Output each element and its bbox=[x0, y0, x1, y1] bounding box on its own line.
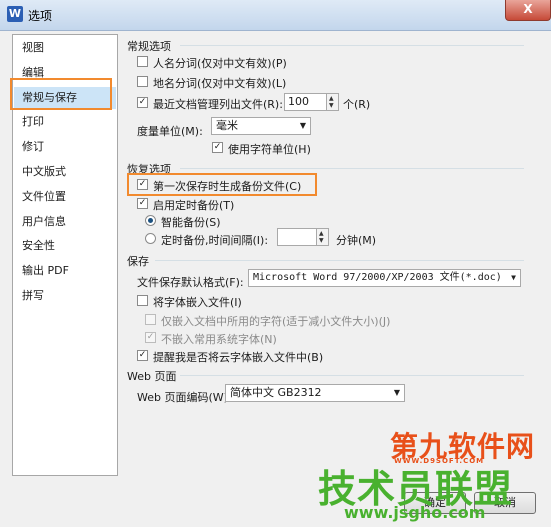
sidebar-item[interactable]: 中文版式 bbox=[14, 161, 116, 183]
default-format-select[interactable]: Microsoft Word 97/2000/XP/2003 文件(*.doc)… bbox=[248, 269, 521, 287]
embed-fonts-checkbox[interactable] bbox=[137, 295, 148, 306]
interval-minutes-spinner[interactable]: ▲ ▼ bbox=[316, 228, 329, 246]
embed-used-chars-label: 仅嵌入文档中所用的字符(适于减小文件大小)(J) bbox=[161, 315, 391, 328]
first-save-backup-checkbox[interactable]: ✓ bbox=[137, 179, 148, 190]
save-section-divider bbox=[155, 260, 524, 261]
recovery-section-divider bbox=[180, 168, 524, 169]
embed-fonts-label: 将字体嵌入文件(I) bbox=[153, 296, 242, 309]
sidebar-item[interactable]: 拼写 bbox=[14, 285, 116, 307]
recent-docs-spinner[interactable]: ▲ ▼ bbox=[326, 93, 339, 111]
skip-system-fonts-checkbox[interactable]: ✓ bbox=[145, 332, 156, 343]
timed-backup-checkbox[interactable]: ✓ bbox=[137, 198, 148, 209]
nav-highlight-annotation bbox=[10, 78, 112, 110]
recent-docs-count-input[interactable]: 100 bbox=[284, 93, 327, 111]
sidebar-item[interactable]: 安全性 bbox=[14, 235, 116, 257]
embed-used-chars-checkbox[interactable] bbox=[145, 314, 156, 325]
sidebar-item[interactable]: 文件位置 bbox=[14, 186, 116, 208]
window-title: 选项 bbox=[28, 9, 53, 23]
measure-unit-select[interactable]: 毫米 ▼ bbox=[211, 117, 311, 135]
interval-minutes-input[interactable] bbox=[277, 228, 317, 246]
recent-docs-checkbox[interactable]: ✓ bbox=[137, 97, 148, 108]
place-name-segment-checkbox[interactable] bbox=[137, 76, 148, 87]
interval-minutes-unit: 分钟(M) bbox=[336, 234, 377, 247]
person-name-segment-checkbox[interactable] bbox=[137, 56, 148, 67]
default-format-label: 文件保存默认格式(F): bbox=[137, 276, 244, 289]
first-save-backup-label: 第一次保存时生成备份文件(C) bbox=[153, 180, 302, 193]
skip-system-fonts-label: 不嵌入常用系统字体(N) bbox=[161, 333, 277, 346]
sidebar-item[interactable]: 打印 bbox=[14, 111, 116, 133]
interval-backup-radio[interactable] bbox=[145, 233, 156, 244]
smart-backup-label: 智能备份(S) bbox=[161, 216, 221, 229]
sidebar-item[interactable]: 输出 PDF bbox=[14, 260, 116, 282]
place-name-segment-label: 地名分词(仅对中文有效)(L) bbox=[153, 77, 287, 90]
recent-docs-unit: 个(R) bbox=[343, 98, 371, 111]
web-section-divider bbox=[180, 375, 524, 376]
web-section-title: Web 页面 bbox=[127, 370, 177, 383]
measure-unit-value: 毫米 bbox=[216, 119, 238, 132]
web-encoding-label: Web 页面编码(W): bbox=[137, 391, 232, 404]
remind-cloud-fonts-label: 提醒我是否将云字体嵌入文件中(B) bbox=[153, 351, 324, 364]
remind-cloud-fonts-checkbox[interactable]: ✓ bbox=[137, 350, 148, 361]
sidebar-item[interactable]: 修订 bbox=[14, 136, 116, 158]
sidebar-item[interactable]: 视图 bbox=[14, 37, 116, 59]
use-char-unit-label: 使用字符单位(H) bbox=[228, 143, 311, 156]
web-encoding-select[interactable]: 简体中文 GB2312 ▼ bbox=[225, 384, 405, 402]
use-char-unit-checkbox[interactable]: ✓ bbox=[212, 142, 223, 153]
chevron-down-icon: ▼ bbox=[299, 121, 306, 130]
person-name-segment-label: 人名分词(仅对中文有效)(P) bbox=[153, 57, 287, 70]
wps-app-icon: W bbox=[7, 6, 23, 22]
measure-unit-label: 度量单位(M): bbox=[137, 125, 203, 138]
recent-docs-label: 最近文档管理列出文件(R): bbox=[153, 98, 283, 111]
slogan-watermark-url: www.jsgho.com bbox=[344, 503, 486, 522]
chevron-down-icon: ▼ bbox=[393, 388, 400, 397]
interval-backup-label: 定时备份,时间间隔(I): bbox=[161, 234, 269, 247]
sidebar-item[interactable]: 用户信息 bbox=[14, 211, 116, 233]
general-section-divider bbox=[180, 45, 524, 46]
smart-backup-radio[interactable] bbox=[145, 215, 156, 226]
save-section-title: 保存 bbox=[127, 255, 149, 268]
title-bar bbox=[0, 0, 551, 31]
web-encoding-value: 简体中文 GB2312 bbox=[230, 386, 322, 399]
chevron-down-icon: ▼ bbox=[511, 273, 516, 282]
general-section-title: 常规选项 bbox=[127, 40, 171, 53]
timed-backup-label: 启用定时备份(T) bbox=[153, 199, 235, 212]
default-format-value: Microsoft Word 97/2000/XP/2003 文件(*.doc) bbox=[253, 272, 502, 283]
close-button[interactable]: X bbox=[505, 0, 551, 21]
